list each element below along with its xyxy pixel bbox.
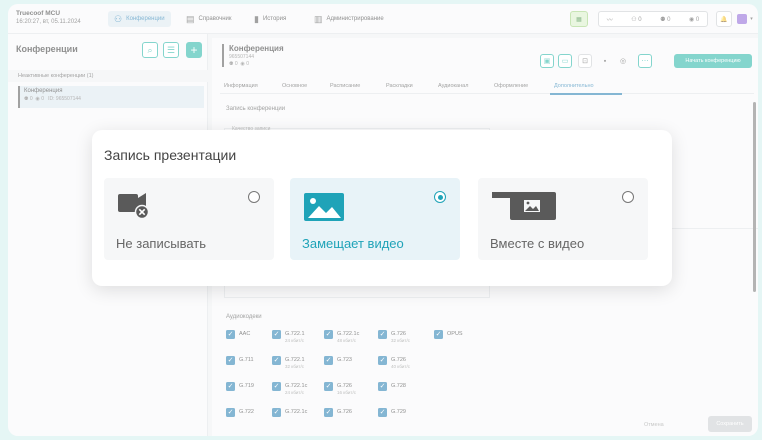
option-no-record[interactable]: Не записывать	[104, 178, 274, 260]
presentation-with-video-icon	[492, 188, 556, 225]
camera-off-icon	[118, 191, 154, 224]
option-with-video[interactable]: Вместе с видео	[478, 178, 648, 260]
option-replace-video-label: Замещает видео	[302, 236, 404, 251]
option-no-record-label: Не записывать	[116, 236, 206, 251]
dialog-title: Запись презентации	[104, 147, 237, 163]
presentation-recording-dialog: Запись презентации Не записывать Замещае…	[92, 130, 672, 286]
image-icon	[304, 191, 344, 228]
modal-backdrop[interactable]: Запись презентации Не записывать Замещае…	[0, 0, 762, 440]
option-replace-video[interactable]: Замещает видео	[290, 178, 460, 260]
radio-no-record[interactable]	[248, 191, 260, 203]
option-with-video-label: Вместе с видео	[490, 236, 585, 251]
radio-with-video[interactable]	[622, 191, 634, 203]
radio-replace-video[interactable]	[434, 191, 446, 203]
